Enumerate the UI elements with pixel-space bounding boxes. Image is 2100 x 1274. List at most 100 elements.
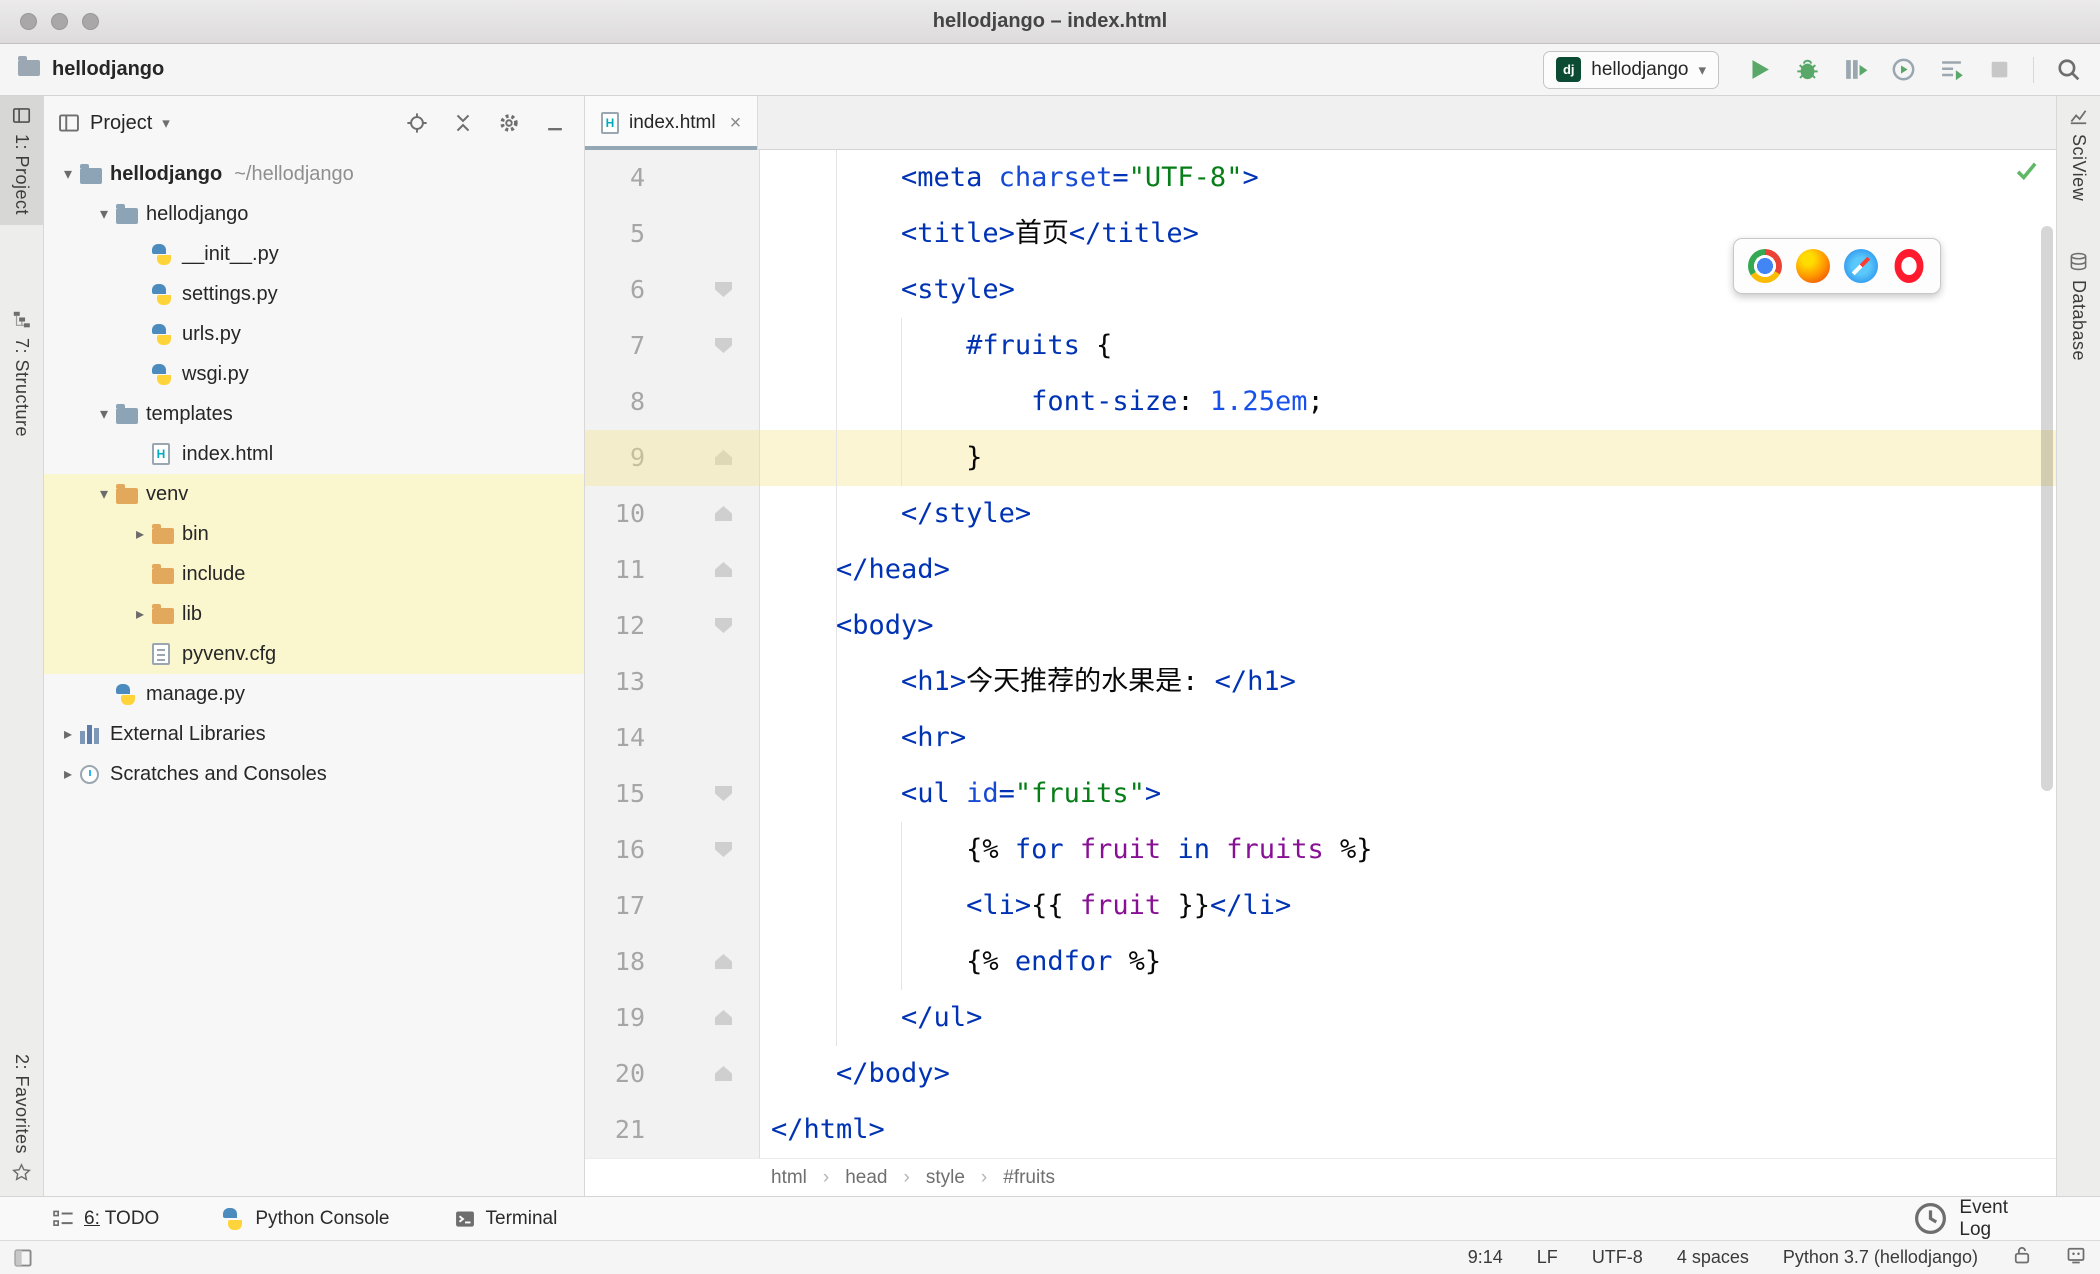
firefox-browser-icon[interactable] — [1796, 249, 1830, 283]
indent-setting[interactable]: 4 spaces — [1677, 1247, 1749, 1268]
code-line-11[interactable]: </head> — [761, 542, 2056, 598]
chevron-down-icon[interactable]: ▾ — [92, 204, 116, 224]
run-button[interactable] — [1741, 52, 1777, 88]
run-task-button[interactable] — [1933, 52, 1969, 88]
chevron-down-icon[interactable]: ▾ — [92, 404, 116, 424]
chevron-right-icon[interactable]: ▸ — [56, 764, 80, 784]
gear-icon[interactable] — [498, 112, 520, 134]
code-line-10[interactable]: </style> — [761, 486, 2056, 542]
tree-item-templates[interactable]: ▾ templates — [44, 394, 584, 434]
window-title: hellodjango – index.html — [932, 10, 1168, 32]
breadcrumb-head[interactable]: head — [845, 1167, 887, 1189]
code-editor[interactable]: 4 5 6 7 8 9 10 11 12 13 14 15 16 17 18 19 20 21 <meta cha… — [585, 150, 2056, 1158]
zoom-window-button[interactable] — [82, 13, 99, 30]
tool-button-database[interactable]: Database — [2057, 242, 2100, 371]
event-log-button[interactable]: Event Log — [1912, 1197, 2100, 1241]
inspection-ok-icon[interactable] — [2014, 158, 2040, 184]
breadcrumb-style[interactable]: style — [926, 1167, 965, 1189]
code-line-4[interactable]: <meta charset="UTF-8"> — [761, 150, 2056, 206]
indicator-icon[interactable] — [2066, 1245, 2086, 1270]
tree-item-hellodjango[interactable]: ▾ hellodjango — [44, 194, 584, 234]
chevron-down-icon[interactable]: ▾ — [92, 484, 116, 504]
tool-button-structure[interactable]: 7: Structure — [0, 300, 43, 447]
fold-marker-down[interactable] — [715, 842, 732, 857]
fold-marker-down[interactable] — [715, 618, 732, 633]
tool-button-sciview[interactable]: SciView — [2057, 96, 2100, 211]
tool-button-favorites[interactable]: 2: Favorites — [0, 1044, 43, 1192]
breadcrumb-fruits[interactable]: #fruits — [1003, 1167, 1055, 1189]
tree-item-external-libraries[interactable]: ▸ External Libraries — [44, 714, 584, 754]
chrome-browser-icon[interactable] — [1748, 249, 1782, 283]
fold-marker-down[interactable] — [715, 282, 732, 297]
chevron-right-icon[interactable]: ▸ — [128, 524, 152, 544]
file-encoding[interactable]: UTF-8 — [1592, 1247, 1643, 1268]
run-with-coverage-button[interactable] — [1837, 52, 1873, 88]
fold-marker-down[interactable] — [715, 786, 732, 801]
tree-item-pyvenv-cfg[interactable]: pyvenv.cfg — [44, 634, 584, 674]
collapse-all-icon[interactable] — [452, 112, 474, 134]
tab-index-html[interactable]: H index.html × — [585, 96, 759, 150]
code-line-21[interactable]: </html> — [761, 1102, 2056, 1158]
fold-marker-up[interactable] — [715, 506, 732, 521]
opera-browser-icon[interactable] — [1894, 249, 1924, 283]
fold-marker-up[interactable] — [715, 1066, 732, 1081]
code-line-8[interactable]: font-size: 1.25em; — [761, 374, 2056, 430]
tree-item-lib[interactable]: ▸ lib — [44, 594, 584, 634]
code-line-9[interactable]: } — [761, 430, 2056, 486]
profiler-button[interactable] — [1885, 52, 1921, 88]
code-line-19[interactable]: </ul> — [761, 990, 2056, 1046]
chevron-down-icon[interactable]: ▾ — [56, 164, 80, 184]
tool-button-todo[interactable]: 6: TODO — [52, 1208, 159, 1230]
tree-item-settings-py[interactable]: settings.py — [44, 274, 584, 314]
code-line-13[interactable]: <h1>今天推荐的水果是: </h1> — [761, 654, 2056, 710]
locate-file-icon[interactable] — [406, 112, 428, 134]
project-panel-title[interactable]: Project — [90, 112, 152, 135]
chevron-down-icon[interactable]: ▾ — [162, 114, 170, 132]
tree-item-venv[interactable]: ▾ venv — [44, 474, 584, 514]
interpreter[interactable]: Python 3.7 (hellodjango) — [1783, 1247, 1978, 1268]
code-line-18[interactable]: {% endfor %} — [761, 934, 2056, 990]
code-line-14[interactable]: <hr> — [761, 710, 2056, 766]
code-line-12[interactable]: <body> — [761, 598, 2056, 654]
tool-button-python-console[interactable]: Python Console — [223, 1207, 390, 1230]
toolbar-project-name[interactable]: hellodjango — [52, 58, 164, 81]
tree-item-scratches-and-consoles[interactable]: ▸ Scratches and Consoles — [44, 754, 584, 794]
breadcrumb-html[interactable]: html — [771, 1167, 807, 1189]
code-line-17[interactable]: <li>{{ fruit }}</li> — [761, 878, 2056, 934]
close-window-button[interactable] — [20, 13, 37, 30]
tree-item-init-py[interactable]: __init__.py — [44, 234, 584, 274]
code-line-20[interactable]: </body> — [761, 1046, 2056, 1102]
close-tab-icon[interactable]: × — [730, 112, 742, 135]
fold-marker-up[interactable] — [715, 954, 732, 969]
fold-marker-up[interactable] — [715, 562, 732, 577]
code-line-15[interactable]: <ul id="fruits"> — [761, 766, 2056, 822]
tree-item-bin[interactable]: ▸ bin — [44, 514, 584, 554]
safari-browser-icon[interactable] — [1844, 249, 1878, 283]
chevron-right-icon[interactable]: ▸ — [128, 604, 152, 624]
caret-position[interactable]: 9:14 — [1468, 1247, 1503, 1268]
run-config-selector[interactable]: dj hellodjango ▾ — [1543, 50, 1719, 89]
debug-button[interactable] — [1789, 52, 1825, 88]
fold-marker-down[interactable] — [715, 338, 732, 353]
tree-item-wsgi-py[interactable]: wsgi.py — [44, 354, 584, 394]
tool-window-switcher-icon[interactable] — [0, 1247, 34, 1269]
line-number: 18 — [614, 947, 645, 976]
search-everywhere-icon[interactable] — [2050, 52, 2086, 88]
folder-excluded-icon — [116, 483, 146, 504]
code-line-7[interactable]: #fruits { — [761, 318, 2056, 374]
tool-button-project[interactable]: 1: Project — [0, 96, 43, 226]
chevron-right-icon[interactable]: ▸ — [56, 724, 80, 744]
tree-item-manage-py[interactable]: manage.py — [44, 674, 584, 714]
tool-button-terminal[interactable]: Terminal — [454, 1208, 557, 1230]
code-line-16[interactable]: {% for fruit in fruits %} — [761, 822, 2056, 878]
editor-scrollbar[interactable] — [2041, 226, 2053, 791]
hide-panel-icon[interactable] — [544, 112, 566, 134]
line-ending[interactable]: LF — [1537, 1247, 1558, 1268]
tree-item-urls-py[interactable]: urls.py — [44, 314, 584, 354]
lock-icon[interactable] — [2012, 1245, 2032, 1270]
tree-item-hellodjango[interactable]: ▾ hellodjango ~/hellodjango — [44, 154, 584, 194]
tree-item-include[interactable]: include — [44, 554, 584, 594]
fold-marker-up[interactable] — [715, 1010, 732, 1025]
tree-item-index-html[interactable]: Hindex.html — [44, 434, 584, 474]
minimize-window-button[interactable] — [51, 13, 68, 30]
